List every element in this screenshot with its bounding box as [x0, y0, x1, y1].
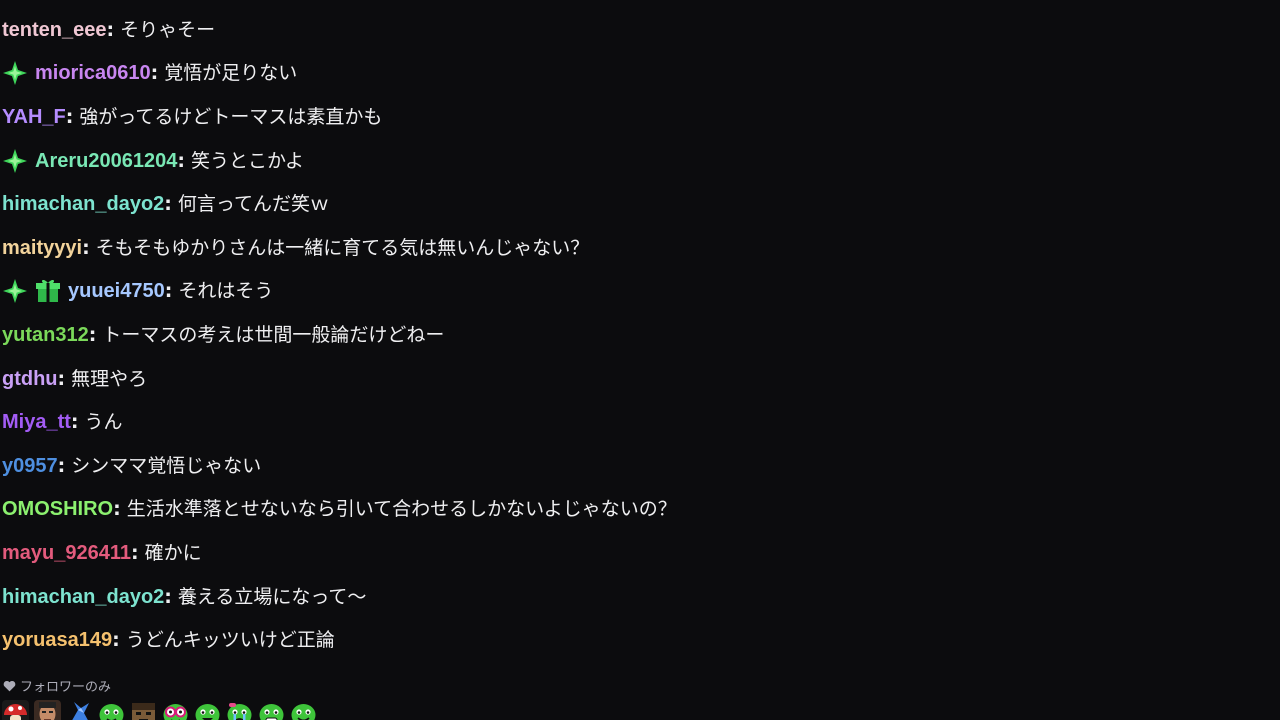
- chat-message: yuuei4750: それはそう: [0, 270, 1280, 314]
- username-separator: :: [57, 367, 66, 390]
- emote-bar: [2, 700, 317, 720]
- chat-message-text: シンママ覚悟じゃない: [71, 454, 262, 477]
- username-separator: :: [106, 18, 115, 41]
- chat-message: maityyyi: そもそもゆかりさんは一緒に育てる気は無いんじゃない？: [0, 226, 1280, 270]
- chat-message-text: 確かに: [144, 541, 202, 564]
- chat-username[interactable]: himachan_dayo2: [2, 192, 164, 216]
- chat-message: OMOSHIRO: 生活水準落とせないなら引いて合わせるしかないよじゃないの？: [0, 488, 1280, 532]
- chat-message: mayu_926411: 確かに: [0, 531, 1280, 575]
- brown-face-emote[interactable]: [130, 700, 157, 720]
- username-separator: :: [131, 541, 139, 564]
- heart-icon: [3, 680, 16, 691]
- followers-only-label: フォロワーのみ: [20, 680, 112, 695]
- username-separator: :: [70, 411, 79, 434]
- chat-message: yutan312: トーマスの考えは世間一般論だけどねー: [0, 313, 1280, 357]
- chat-message-text: 強がってるけどトーマスは素直かも: [79, 105, 383, 128]
- chat-message-text: 何言ってんだ笑ｗ: [177, 193, 329, 216]
- chat-message: y0957: シンママ覚悟じゃない: [0, 444, 1280, 488]
- chat-username[interactable]: YAH_F: [2, 105, 66, 129]
- chat-message: Areru20061204: 笑うとこかよ: [0, 139, 1280, 183]
- username-separator: :: [82, 236, 90, 259]
- chat-message-text: うどんキッツいけど正論: [125, 629, 335, 652]
- chat-username[interactable]: gtdhu: [2, 367, 58, 391]
- username-separator: :: [57, 454, 66, 477]
- chat-username[interactable]: yoruasa149: [2, 628, 112, 652]
- chat-message-text: そりゃそー: [120, 18, 216, 41]
- red-mushroom-emote[interactable]: [2, 700, 29, 720]
- chat-username[interactable]: Areru20061204: [35, 149, 177, 173]
- sparkle-badge-icon[interactable]: [2, 278, 28, 304]
- green-grin-emote[interactable]: [258, 700, 285, 720]
- chat-username[interactable]: Miya_tt: [2, 410, 71, 434]
- chat-message-text: 無理やろ: [71, 367, 148, 390]
- chat-username[interactable]: miorica0610: [35, 61, 151, 85]
- chat-message: tenten_eee: そりゃそー: [0, 8, 1280, 52]
- chat-username[interactable]: yuuei4750: [68, 279, 165, 303]
- sparkle-badge-icon[interactable]: [2, 60, 28, 86]
- chat-username[interactable]: y0957: [2, 454, 58, 478]
- chat-message: himachan_dayo2: 養える立場になって〜: [0, 575, 1280, 619]
- chat-message: yoruasa149: うどんキッツいけど正論: [0, 618, 1280, 662]
- glasses-blob-emote[interactable]: [162, 700, 189, 720]
- chat-message-text: 笑うとこかよ: [190, 149, 305, 172]
- username-separator: :: [88, 323, 97, 346]
- username-separator: :: [112, 629, 120, 652]
- green-smile-emote[interactable]: [194, 700, 221, 720]
- chat-username[interactable]: himachan_dayo2: [2, 585, 164, 609]
- green-wave-emote[interactable]: [290, 700, 317, 720]
- chat-message-text: うん: [84, 411, 123, 434]
- username-separator: :: [164, 585, 172, 608]
- username-separator: :: [150, 62, 159, 85]
- green-blob-emote[interactable]: [98, 700, 125, 720]
- chat-message-text: そもそもゆかりさんは一緒に育てる気は無いんじゃない？: [95, 236, 590, 259]
- chat-message-list: tenten_eee: そりゃそー miorica0610: 覚悟が足りない YAH_F…: [0, 8, 1280, 662]
- chat-message: miorica0610: 覚悟が足りない: [0, 52, 1280, 96]
- chat-message-text: 覚悟が足りない: [164, 62, 298, 85]
- sparkle-badge-icon[interactable]: [2, 148, 28, 174]
- chat-message-text: トーマスの考えは世間一般論だけどねー: [102, 323, 445, 346]
- blue-bird-emote[interactable]: [66, 700, 93, 720]
- chat-username[interactable]: tenten_eee: [2, 18, 107, 42]
- username-separator: :: [177, 149, 185, 172]
- chat-username[interactable]: mayu_926411: [2, 541, 131, 565]
- chat-message: himachan_dayo2: 何言ってんだ笑ｗ: [0, 182, 1280, 226]
- chat-username[interactable]: yutan312: [2, 323, 89, 347]
- chat-message: YAH_F: 強がってるけどトーマスは素直かも: [0, 95, 1280, 139]
- gift-badge-icon[interactable]: [35, 278, 61, 304]
- face-photo-emote[interactable]: [34, 700, 61, 720]
- chat-footer: フォロワーのみ: [0, 672, 1280, 720]
- chat-message-text: 生活水準落とせないなら引いて合わせるしかないよじゃないの？: [126, 498, 677, 521]
- chat-message-text: 養える立場になって〜: [177, 585, 367, 608]
- chat-username[interactable]: maityyyi: [2, 236, 82, 260]
- username-separator: :: [164, 280, 173, 303]
- chat-message: Miya_tt: うん: [0, 400, 1280, 444]
- username-separator: :: [113, 498, 121, 521]
- username-separator: :: [65, 105, 74, 128]
- green-cry-emote[interactable]: [226, 700, 253, 720]
- followers-only-notice: フォロワーのみ: [3, 676, 111, 695]
- chat-username[interactable]: OMOSHIRO: [2, 497, 113, 521]
- chat-message: gtdhu: 無理やろ: [0, 357, 1280, 401]
- chat-message-text: それはそう: [178, 280, 274, 303]
- username-separator: :: [164, 193, 172, 216]
